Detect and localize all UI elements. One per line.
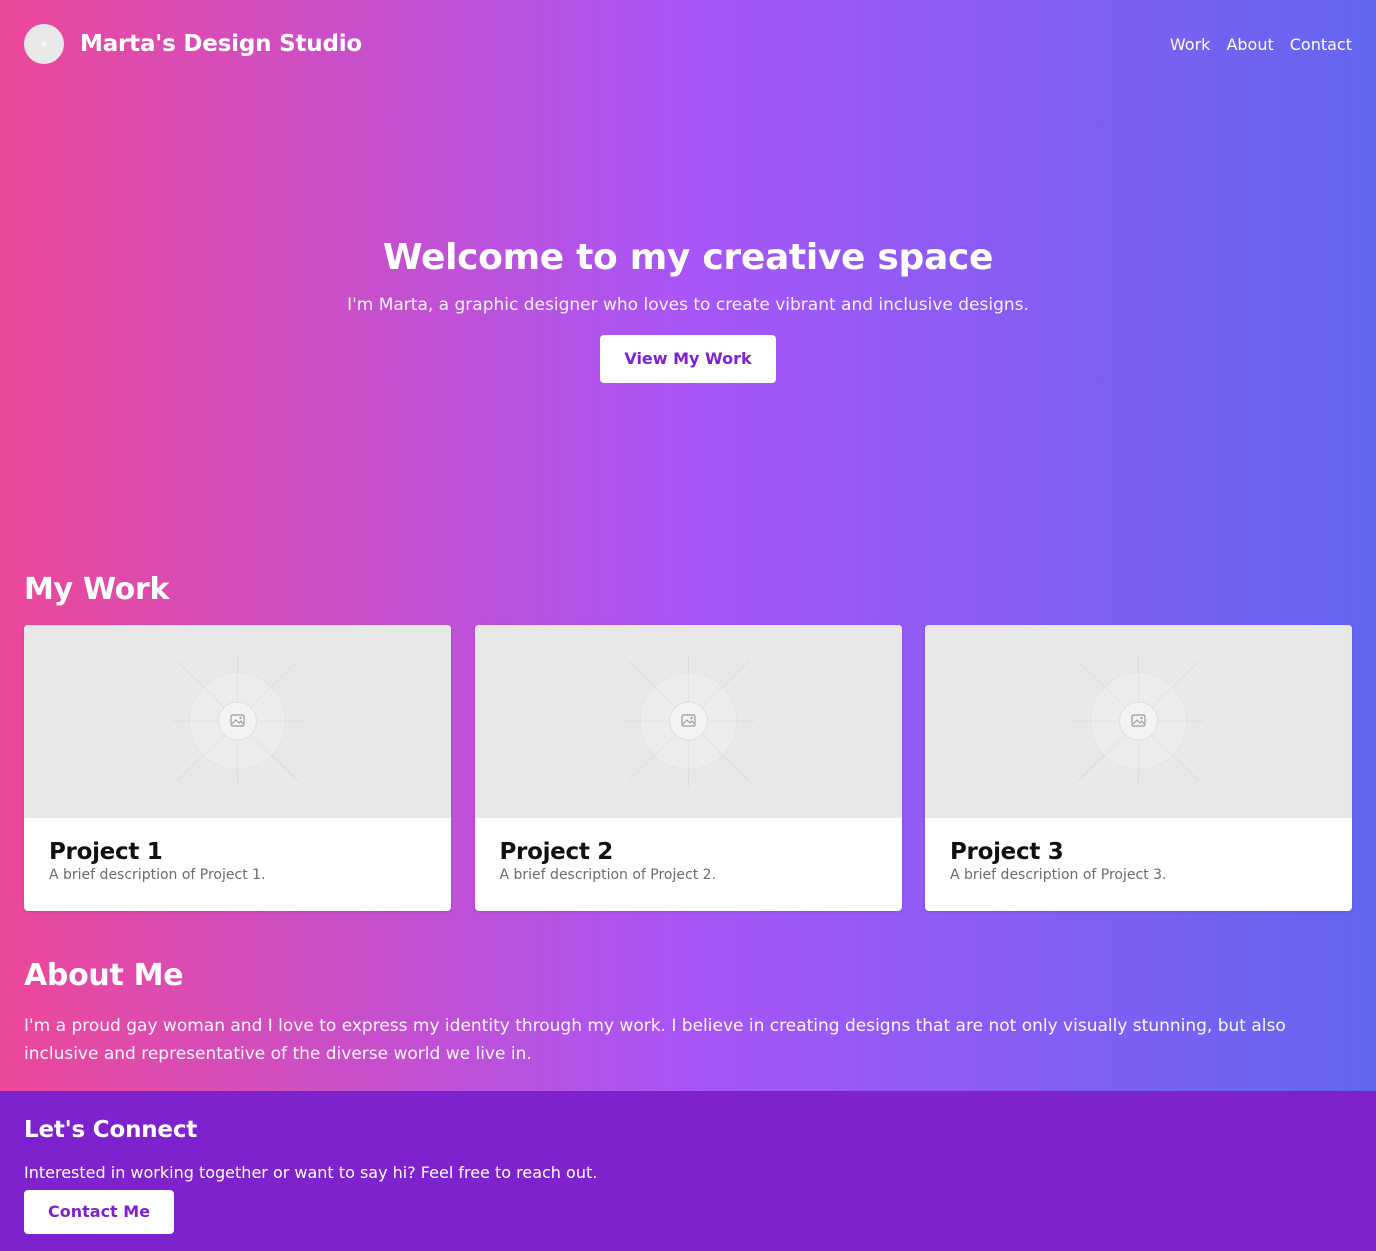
brand-name: Marta's Design Studio [80,31,362,57]
about-section-title: About Me [24,958,184,993]
image-placeholder-icon [1072,655,1205,787]
project-title: Project 3 [950,839,1064,865]
nav-link-about[interactable]: About [1226,35,1273,54]
main-nav: Work About Contact [1154,35,1352,54]
image-placeholder-icon [621,655,755,787]
about-text: I'm a proud gay woman and I love to expr… [24,1016,1286,1064]
image-placeholder-icon [171,655,304,787]
nav-link-contact[interactable]: Contact [1290,35,1352,54]
project-description: A brief description of Project 1. [49,867,266,884]
project-cards: Project 1 A brief description of Project… [24,625,1352,911]
project-description: A brief description of Project 2. [499,867,717,884]
brand[interactable]: Marta's Design Studio [24,24,362,64]
project-image [24,625,451,818]
project-image [925,625,1352,818]
project-card[interactable]: Project 1 A brief description of Project… [24,625,451,911]
work-section-title: My Work [24,572,170,607]
site-header: Marta's Design Studio Work About Contact [0,0,1376,88]
footer-title: Let's Connect [24,1117,198,1143]
project-image [474,625,902,818]
project-card[interactable]: Project 2 A brief description of Project… [474,625,902,911]
nav-link-work[interactable]: Work [1170,35,1211,54]
hero-subtitle: I'm Marta, a graphic designer who loves … [347,295,1029,316]
logo [24,24,64,64]
footer-text: Interested in working together or want t… [24,1163,598,1182]
project-description: A brief description of Project 3. [950,867,1167,884]
project-card[interactable]: Project 3 A brief description of Project… [925,625,1352,911]
project-title: Project 2 [499,839,614,865]
hero-section: Welcome to my creative space I'm Marta, … [0,236,1376,384]
contact-me-button[interactable]: Contact Me [24,1190,175,1234]
view-work-button[interactable]: View My Work [600,335,776,384]
contact-footer: Let's Connect Interested in working toge… [0,1091,1376,1251]
project-title: Project 1 [49,839,163,865]
hero-title: Welcome to my creative space [382,237,994,278]
